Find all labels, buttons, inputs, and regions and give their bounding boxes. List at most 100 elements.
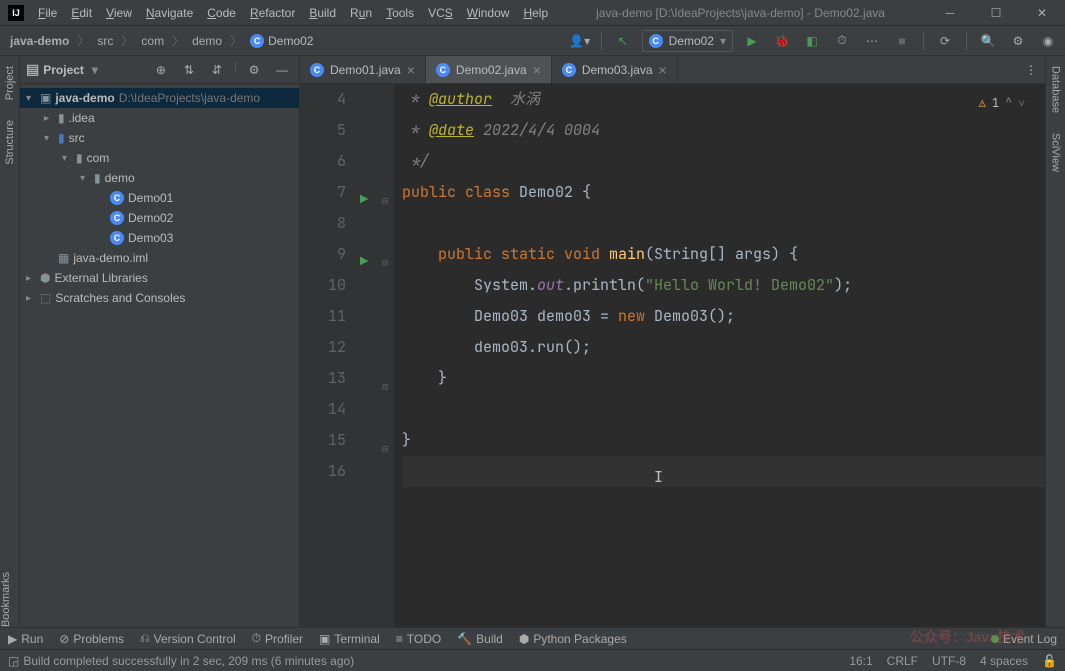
select-opened-icon[interactable]: ⊕ xyxy=(150,59,172,81)
tool-structure[interactable]: Structure xyxy=(4,120,16,165)
minimize-button[interactable]: ─ xyxy=(927,0,973,26)
editor[interactable]: 45678910111213141516 ▶▶ ⊟⊟⊟⊟ ⚠ 1 ^˅ 𝙸 * … xyxy=(300,84,1045,627)
tool-build[interactable]: 🔨Build xyxy=(457,632,503,646)
close-icon[interactable]: × xyxy=(533,62,541,78)
more-run-icon[interactable]: ⋯ xyxy=(861,30,883,52)
class-icon: C xyxy=(110,231,124,245)
menu-window[interactable]: Window xyxy=(461,2,516,24)
fold-icon[interactable]: ⊟ xyxy=(382,185,388,216)
editor-tab-demo02[interactable]: C Demo02.java × xyxy=(426,56,552,83)
breadcrumb-src[interactable]: src xyxy=(93,32,117,50)
left-tool-stripe: Project Structure xyxy=(0,56,20,627)
code-area[interactable]: ⚠ 1 ^˅ 𝙸 * @author 水涡 * @date 2022/4/4 0… xyxy=(394,84,1045,627)
tree-file-demo03[interactable]: C Demo03 xyxy=(20,228,299,248)
indent[interactable]: 4 spaces xyxy=(980,654,1028,668)
close-icon[interactable]: × xyxy=(659,62,667,78)
search-icon[interactable]: 🔍 xyxy=(977,30,999,52)
tree-demo[interactable]: ▾▮ demo xyxy=(20,168,299,188)
editor-tabs-more[interactable]: ⋮ xyxy=(1017,56,1045,83)
add-config-icon[interactable]: 👤▾ xyxy=(569,30,591,52)
tree-root[interactable]: ▾▣ java-demo D:\IdeaProjects\java-demo xyxy=(20,88,299,108)
tree-idea[interactable]: ▸▮ .idea xyxy=(20,108,299,128)
run-line-icon[interactable]: ▶ xyxy=(360,247,368,278)
warning-icon: ⚠ xyxy=(979,88,986,119)
class-icon: C xyxy=(110,211,124,225)
tree-com[interactable]: ▾▮ com xyxy=(20,148,299,168)
settings-icon[interactable]: ⚙ xyxy=(1007,30,1029,52)
readonly-icon[interactable]: 🔓 xyxy=(1042,654,1057,668)
collapse-all-icon[interactable]: ⇵ xyxy=(206,59,228,81)
inspection-widget[interactable]: ⚠ 1 ^˅ xyxy=(979,88,1025,119)
menu-run[interactable]: Run xyxy=(344,2,378,24)
tool-vcs[interactable]: ⎌Version Control xyxy=(140,631,236,646)
ide-icon[interactable]: ◉ xyxy=(1037,30,1059,52)
tool-project[interactable]: Project xyxy=(4,66,16,100)
tool-terminal[interactable]: ▣Terminal xyxy=(319,632,380,646)
tree-src[interactable]: ▾▮ src xyxy=(20,128,299,148)
run-configuration[interactable]: C Demo02 ▾ xyxy=(642,30,733,52)
menu-build[interactable]: Build xyxy=(303,2,342,24)
close-icon[interactable]: × xyxy=(407,62,415,78)
menu-vcs[interactable]: VCS xyxy=(422,2,459,24)
class-icon: C xyxy=(250,34,264,48)
menu-help[interactable]: Help xyxy=(517,2,554,24)
tree-scratches[interactable]: ▸⬚ Scratches and Consoles xyxy=(20,288,299,308)
breadcrumb-project[interactable]: java-demo xyxy=(6,32,73,50)
tree-iml[interactable]: ▦ java-demo.iml xyxy=(20,248,299,268)
run-gutter[interactable]: ▶▶ xyxy=(356,84,380,627)
menu-file[interactable]: File xyxy=(32,2,63,24)
line-separator[interactable]: CRLF xyxy=(887,654,918,668)
editor-tab-demo01[interactable]: C Demo01.java × xyxy=(300,56,426,83)
watermark: 公众号：Java技术 xyxy=(910,627,1025,647)
update-icon[interactable]: ⟳ xyxy=(934,30,956,52)
editor-tab-demo03[interactable]: C Demo03.java × xyxy=(552,56,678,83)
project-panel: Project ⊕ ⇅ ⇵ | ⚙ — ▾▣ java-demo D:\Idea… xyxy=(20,56,300,627)
fold-icon[interactable]: ⊟ xyxy=(382,433,388,464)
breadcrumb-class[interactable]: C Demo02 xyxy=(246,32,317,50)
menu-navigate[interactable]: Navigate xyxy=(140,2,199,24)
project-tree: ▾▣ java-demo D:\IdeaProjects\java-demo ▸… xyxy=(20,84,299,312)
close-button[interactable]: ✕ xyxy=(1019,0,1065,26)
fold-icon[interactable]: ⊟ xyxy=(382,371,388,402)
tool-database[interactable]: Database xyxy=(1050,66,1062,113)
breadcrumb-demo[interactable]: demo xyxy=(188,32,226,50)
project-view-selector[interactable]: Project xyxy=(26,61,98,78)
run-line-icon[interactable]: ▶ xyxy=(360,185,368,216)
tool-run[interactable]: ▶Run xyxy=(8,632,43,646)
menu-code[interactable]: Code xyxy=(201,2,242,24)
tool-todo[interactable]: ≡TODO xyxy=(396,632,441,646)
titlebar: IJ File Edit View Navigate Code Refactor… xyxy=(0,0,1065,26)
maximize-button[interactable]: ☐ xyxy=(973,0,1019,26)
menu-tools[interactable]: Tools xyxy=(380,2,420,24)
toolwindow-icon[interactable]: ◲ xyxy=(8,654,19,668)
expand-all-icon[interactable]: ⇅ xyxy=(178,59,200,81)
app-icon: IJ xyxy=(8,5,24,21)
tree-external[interactable]: ▸⬢ External Libraries xyxy=(20,268,299,288)
stop-button[interactable]: ■ xyxy=(891,30,913,52)
tool-python[interactable]: ⬢Python Packages xyxy=(519,632,627,646)
profile-button[interactable]: ⏱ xyxy=(831,30,853,52)
tool-bookmarks[interactable]: Bookmarks xyxy=(0,572,12,627)
back-icon[interactable]: ↖ xyxy=(612,30,634,52)
hide-panel-icon[interactable]: — xyxy=(271,59,293,81)
cursor-position[interactable]: 16:1 xyxy=(849,654,872,668)
tree-file-demo01[interactable]: C Demo01 xyxy=(20,188,299,208)
tool-sciview[interactable]: SciView xyxy=(1050,133,1062,172)
tool-profiler[interactable]: ⏱Profiler xyxy=(252,631,303,646)
tool-problems[interactable]: ⊘Problems xyxy=(59,632,124,646)
text-cursor: 𝙸 xyxy=(654,462,663,493)
bottom-tool-stripe: ▶Run ⊘Problems ⎌Version Control ⏱Profile… xyxy=(0,627,1065,649)
fold-gutter[interactable]: ⊟ ⊟ ⊟ ⊟ xyxy=(380,84,394,627)
menu-view[interactable]: View xyxy=(100,2,138,24)
coverage-button[interactable]: ◧ xyxy=(801,30,823,52)
encoding[interactable]: UTF-8 xyxy=(932,654,966,668)
menu-refactor[interactable]: Refactor xyxy=(244,2,301,24)
fold-icon[interactable]: ⊟ xyxy=(382,247,388,278)
breadcrumb-com[interactable]: com xyxy=(137,32,168,50)
window-title: java-demo [D:\IdeaProjects\java-demo] - … xyxy=(554,6,927,20)
tree-file-demo02[interactable]: C Demo02 xyxy=(20,208,299,228)
run-button[interactable]: ▶ xyxy=(741,30,763,52)
panel-settings-icon[interactable]: ⚙ xyxy=(243,59,265,81)
menu-edit[interactable]: Edit xyxy=(65,2,98,24)
debug-button[interactable]: 🐞 xyxy=(771,30,793,52)
